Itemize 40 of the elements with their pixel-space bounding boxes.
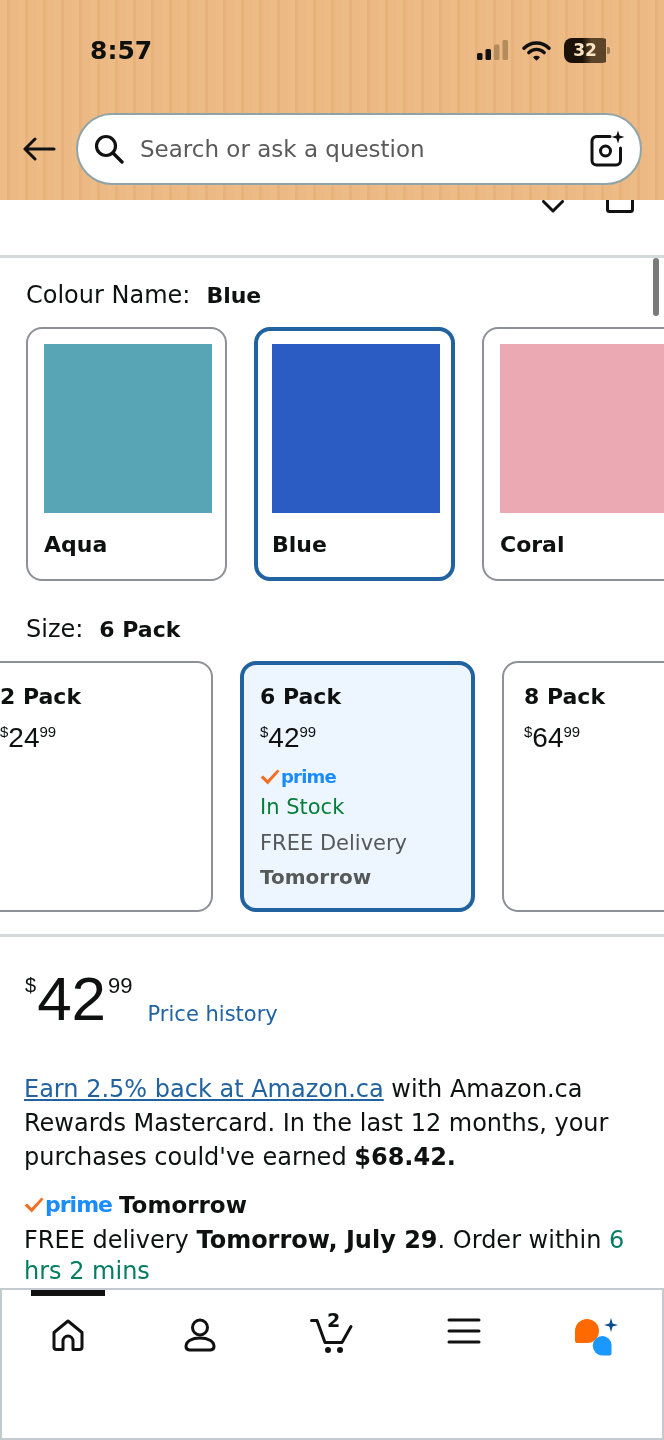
checkmark-icon (260, 769, 280, 785)
stock-status: In Stock (260, 794, 345, 821)
delivery-info: FREE Delivery (260, 830, 408, 857)
rewards-link[interactable]: Earn 2.5% back at Amazon.ca (24, 1075, 384, 1103)
home-tab[interactable] (31, 1290, 105, 1353)
size-value: 6 Pack (99, 616, 181, 644)
back-button[interactable] (22, 137, 56, 161)
rewards-text: Earn 2.5% back at Amazon.ca with Amazon.ca Rewards Mastercard. In the last 12 months, your purchases could've earned $68.42. (24, 1074, 610, 1173)
checkmark-icon (24, 1197, 44, 1213)
colour-option[interactable]: Blue (254, 327, 455, 581)
back-arrow-icon (22, 137, 56, 161)
pack-name: 2 Pack (0, 683, 82, 711)
delivery-text: FREE delivery Tomorrow, July 29. Order within 6 hrs 2 mins (24, 1225, 626, 1287)
scrollbar-thumb (653, 258, 659, 316)
cart-tab[interactable]: 2 (295, 1290, 369, 1355)
search-icon (94, 134, 124, 164)
prime-label: prime (45, 1191, 112, 1219)
signal-icon (477, 40, 509, 60)
chat-bubbles-icon (574, 1317, 618, 1357)
pack-name: 6 Pack (260, 683, 342, 711)
delivery-day: Tomorrow (260, 862, 372, 892)
size-label: Size: (26, 614, 84, 644)
colour-value: Blue (206, 282, 262, 310)
colour-label: Colour Name: (26, 280, 191, 310)
colour-option[interactable]: Aqua (26, 327, 227, 581)
prime-label: prime (281, 765, 336, 789)
delivery-headline: Tomorrow (119, 1191, 247, 1220)
chevron-down-icon[interactable] (542, 200, 564, 213)
menu-icon (447, 1317, 481, 1345)
home-icon (50, 1317, 86, 1353)
camera-icon[interactable] (588, 130, 625, 167)
search-field[interactable]: Search or ask a question (76, 113, 642, 185)
price-history-link[interactable]: Price history (147, 1001, 278, 1027)
person-icon (183, 1317, 217, 1353)
battery-indicator: 32 (564, 37, 610, 63)
wifi-icon (522, 39, 551, 61)
colour-option[interactable]: Coral (482, 327, 664, 581)
pack-name: 8 Pack (524, 683, 606, 711)
clock-time: 8:57 (90, 35, 154, 65)
cart-count: 2 (327, 1310, 341, 1330)
